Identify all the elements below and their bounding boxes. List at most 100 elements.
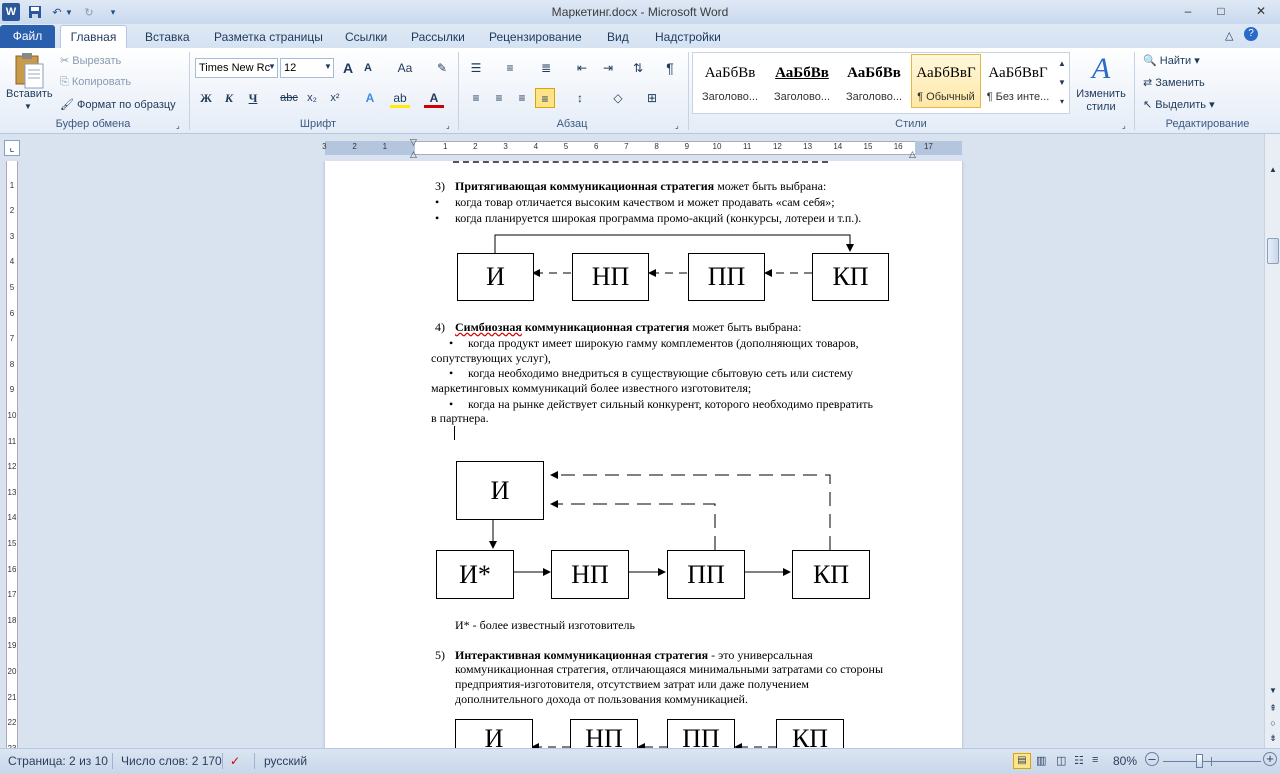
text-effects-icon[interactable]: A <box>360 88 380 108</box>
highlight-icon[interactable]: ab <box>390 88 410 108</box>
font-name-combo[interactable]: Times New Rc <box>195 58 278 78</box>
decrease-indent-icon[interactable]: ⇤ <box>572 58 592 78</box>
change-styles-icon[interactable]: A <box>1084 52 1118 85</box>
font-size-dropdown-icon[interactable]: ▼ <box>324 62 332 71</box>
ruler-tick-label: 13 <box>7 487 17 497</box>
zoom-level[interactable]: 80% <box>1113 754 1137 768</box>
borders-icon[interactable]: ⊞ <box>642 88 662 108</box>
right-indent-marker[interactable]: △ <box>909 149 916 160</box>
maximize-button[interactable]: □ <box>1210 2 1232 20</box>
tab-file[interactable]: Файл <box>0 25 55 48</box>
select-button[interactable]: ↖ Выделить ▾ <box>1143 98 1215 111</box>
word-count[interactable]: Число слов: 2 170 <box>121 754 222 768</box>
tab-home[interactable]: Главная <box>60 25 127 48</box>
style-heading-2[interactable]: АаБбВв Заголово... <box>767 54 837 108</box>
tab-references[interactable]: Ссылки <box>343 27 389 48</box>
superscript-button[interactable]: x² <box>325 88 345 108</box>
paste-button[interactable]: Вставить <box>6 88 53 100</box>
styles-scroll-icon[interactable]: ▲ ▼ ▾ <box>1056 54 1068 112</box>
status-bar: Страница: 2 из 10 Число слов: 2 170 ✓ ру… <box>0 748 1280 774</box>
tab-review[interactable]: Рецензирование <box>487 27 584 48</box>
status-divider <box>222 753 223 769</box>
scroll-up-icon[interactable]: ▲ <box>1266 163 1280 177</box>
style-heading-3[interactable]: АаБбВв Заголово... <box>839 54 909 108</box>
vertical-scrollbar[interactable]: ▲ ▼ ⇞ ○ ⇟ <box>1264 134 1280 748</box>
previous-page-icon[interactable]: ⇞ <box>1266 701 1280 715</box>
full-screen-reading-icon[interactable]: ▥ <box>1036 754 1046 767</box>
bullets-icon[interactable]: ☰ <box>466 58 486 78</box>
change-styles-button[interactable]: Изменить стили <box>1074 88 1128 114</box>
format-painter-button[interactable]: 🖌 Формат по образцу <box>60 98 176 111</box>
document-area[interactable]: 3) Притягивающая коммуникационная страте… <box>0 161 1264 748</box>
paste-dropdown-icon[interactable]: ▼ <box>24 102 32 111</box>
tab-view[interactable]: Вид <box>605 27 631 48</box>
scroll-thumb[interactable] <box>1267 238 1279 264</box>
ruler-tick-label: 4 <box>533 142 539 151</box>
multilevel-list-icon[interactable]: ≣ <box>536 58 556 78</box>
styles-launcher-icon[interactable]: ⌟ <box>1122 121 1126 130</box>
tab-addins[interactable]: Надстройки <box>653 27 723 48</box>
font-color-icon[interactable]: A <box>424 88 444 108</box>
increase-indent-icon[interactable]: ⇥ <box>598 58 618 78</box>
sort-icon[interactable]: ⇅ <box>628 58 648 78</box>
tab-selector-icon[interactable]: ⌞ <box>4 140 20 156</box>
numbering-icon[interactable]: ≡ <box>500 58 520 78</box>
strikethrough-button[interactable]: abc <box>279 88 299 108</box>
item5-line2: коммуникационная стратегия, отличающаяся… <box>455 662 884 676</box>
outline-icon[interactable]: ☷ <box>1074 754 1084 767</box>
next-page-icon[interactable]: ⇟ <box>1266 731 1280 745</box>
cut-button[interactable]: ✂ Вырезать <box>60 54 121 67</box>
ruler-tick-label: 17 <box>923 142 933 151</box>
help-icon[interactable]: ? <box>1244 27 1258 41</box>
scroll-down-icon[interactable]: ▼ <box>1266 684 1280 698</box>
shrink-font-button[interactable]: A <box>358 58 378 78</box>
clipboard-launcher-icon[interactable]: ⌟ <box>176 121 180 130</box>
style-normal[interactable]: АаБбВвГ ¶ Обычный <box>911 54 981 108</box>
tab-insert[interactable]: Вставка <box>143 27 192 48</box>
first-line-indent-marker[interactable]: ▽ <box>410 137 417 148</box>
language-indicator[interactable]: русский <box>264 754 307 768</box>
italic-button[interactable]: К <box>219 88 239 108</box>
font-name-dropdown-icon[interactable]: ▼ <box>268 62 276 71</box>
style-sample: АаБбВв <box>775 65 829 81</box>
show-formatting-button[interactable]: ¶ <box>660 58 680 78</box>
print-layout-icon[interactable]: ▤ <box>1013 753 1031 769</box>
grow-font-button[interactable]: A <box>338 58 358 78</box>
font-launcher-icon[interactable]: ⌟ <box>446 121 450 130</box>
shading-icon[interactable]: ◇ <box>608 88 628 108</box>
browse-object-icon[interactable]: ○ <box>1266 716 1280 730</box>
document-page[interactable]: 3) Притягивающая коммуникационная страте… <box>325 161 962 748</box>
align-center-icon[interactable]: ≡ <box>489 88 509 108</box>
draft-icon[interactable]: ≡ <box>1092 754 1098 766</box>
paste-icon[interactable] <box>12 52 46 90</box>
line-spacing-icon[interactable]: ↕ <box>570 88 590 108</box>
minimize-ribbon-icon[interactable]: △ <box>1225 29 1233 42</box>
tab-page-layout[interactable]: Разметка страницы <box>212 27 325 48</box>
zoom-slider-thumb[interactable] <box>1196 754 1204 768</box>
paragraph-launcher-icon[interactable]: ⌟ <box>675 121 679 130</box>
close-button[interactable]: ✕ <box>1243 2 1279 20</box>
hanging-indent-marker[interactable]: △ <box>410 149 417 160</box>
clear-formatting-icon[interactable]: ✎ <box>432 58 452 78</box>
subscript-button[interactable]: x₂ <box>302 88 322 108</box>
page-indicator[interactable]: Страница: 2 из 10 <box>8 754 108 768</box>
zoom-in-icon[interactable]: + <box>1263 752 1277 766</box>
bold-button[interactable]: Ж <box>196 88 216 108</box>
align-right-icon[interactable]: ≡ <box>512 88 532 108</box>
justify-icon[interactable]: ≡ <box>535 88 555 108</box>
replace-button[interactable]: ⇄ Заменить <box>1143 76 1205 89</box>
window-title: Маркетинг.docx - Microsoft Word <box>551 5 729 19</box>
style-heading-1[interactable]: АаБбВв Заголово... <box>695 54 765 108</box>
copy-button[interactable]: ⎘ Копировать <box>60 76 131 89</box>
proofing-icon[interactable]: ✓ <box>230 754 240 768</box>
align-left-icon[interactable]: ≡ <box>466 88 486 108</box>
change-case-button[interactable]: Aa <box>392 58 418 78</box>
web-layout-icon[interactable]: ◫ <box>1056 754 1066 767</box>
style-no-spacing[interactable]: АаБбВвГ ¶ Без инте... <box>983 54 1053 108</box>
minimize-button[interactable]: – <box>1177 2 1199 20</box>
underline-button[interactable]: Ч <box>243 88 263 108</box>
zoom-slider-track[interactable] <box>1163 761 1261 762</box>
zoom-out-icon[interactable]: – <box>1145 752 1159 766</box>
find-button[interactable]: 🔍 Найти ▾ <box>1143 54 1200 67</box>
tab-mailings[interactable]: Рассылки <box>409 27 467 48</box>
